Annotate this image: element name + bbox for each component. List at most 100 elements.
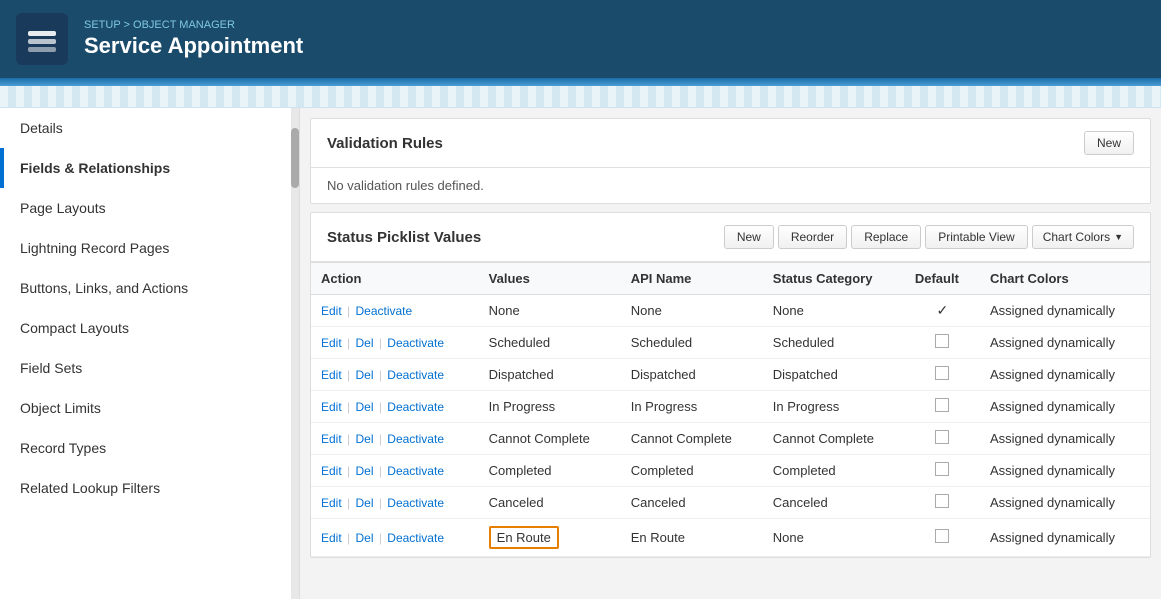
sidebar-scrollbar[interactable] (291, 108, 299, 599)
action-cell: Edit | Del | Deactivate (311, 423, 479, 455)
deactivate-link[interactable]: Deactivate (387, 496, 444, 510)
default-cell (905, 327, 980, 359)
api-name-cell: In Progress (621, 391, 763, 423)
deactivate-link[interactable]: Deactivate (387, 336, 444, 350)
status-category-cell: Cannot Complete (763, 423, 905, 455)
picklist-table: Action Values API Name Status Category D… (311, 262, 1150, 557)
page-title: Service Appointment (84, 33, 303, 59)
sidebar-item-record-types[interactable]: Record Types (0, 428, 299, 468)
picklist-title: Status Picklist Values (327, 229, 481, 246)
checkbox-empty[interactable] (935, 529, 949, 543)
edit-link[interactable]: Edit (321, 336, 342, 350)
chart-colors-cell: Assigned dynamically (980, 423, 1150, 455)
picklist-replace-button[interactable]: Replace (851, 225, 921, 249)
default-cell: ✓ (905, 295, 980, 327)
sidebar-item-object-limits[interactable]: Object Limits (0, 388, 299, 428)
breadcrumb-sep: > (124, 19, 133, 31)
del-link[interactable]: Del (355, 336, 373, 350)
del-link[interactable]: Del (355, 496, 373, 510)
sidebar-item-compact-layouts[interactable]: Compact Layouts (0, 308, 299, 348)
checkbox-empty[interactable] (935, 430, 949, 444)
validation-rules-body: No validation rules defined. (311, 168, 1150, 203)
value-cell: Scheduled (479, 327, 621, 359)
edit-link[interactable]: Edit (321, 496, 342, 510)
deactivate-link[interactable]: Deactivate (387, 368, 444, 382)
chart-colors-cell: Assigned dynamically (980, 455, 1150, 487)
validation-rules-new-button[interactable]: New (1084, 131, 1134, 155)
deactivate-link[interactable]: Deactivate (387, 464, 444, 478)
action-cell: Edit | Del | Deactivate (311, 519, 479, 557)
checkbox-empty[interactable] (935, 334, 949, 348)
app-header: SETUP > OBJECT MANAGER Service Appointme… (0, 0, 1161, 78)
api-name-cell: Cannot Complete (621, 423, 763, 455)
status-category-cell: Dispatched (763, 359, 905, 391)
chevron-down-icon: ▼ (1114, 232, 1123, 242)
checkbox-empty[interactable] (935, 398, 949, 412)
picklist-reorder-button[interactable]: Reorder (778, 225, 847, 249)
action-cell: Edit | Del | Deactivate (311, 327, 479, 359)
col-header-api-name: API Name (621, 263, 763, 295)
table-row: Edit | Del | Deactivate DispatchedDispatc… (311, 359, 1150, 391)
value-cell: En Route (479, 519, 621, 557)
edit-link[interactable]: Edit (321, 464, 342, 478)
sidebar-item-details[interactable]: Details (0, 108, 299, 148)
checkbox-empty[interactable] (935, 494, 949, 508)
value-cell: Canceled (479, 487, 621, 519)
header-text: SETUP > OBJECT MANAGER Service Appointme… (84, 19, 303, 59)
edit-link[interactable]: Edit (321, 304, 342, 318)
blue-bar (0, 78, 1161, 86)
sidebar-item-field-sets[interactable]: Field Sets (0, 348, 299, 388)
status-category-cell: None (763, 295, 905, 327)
table-row: Edit | Del | DeactivateCanceledCanceledC… (311, 487, 1150, 519)
validation-rules-empty-msg: No validation rules defined. (327, 178, 484, 193)
edit-link[interactable]: Edit (321, 432, 342, 446)
deactivate-link[interactable]: Deactivate (387, 432, 444, 446)
del-link[interactable]: Del (355, 531, 373, 545)
sidebar-item-lightning-record-pages[interactable]: Lightning Record Pages (0, 228, 299, 268)
deactivate-link[interactable]: Deactivate (355, 304, 412, 318)
api-name-cell: None (621, 295, 763, 327)
api-name-cell: Completed (621, 455, 763, 487)
table-header-row: Action Values API Name Status Category D… (311, 263, 1150, 295)
chart-colors-cell: Assigned dynamically (980, 359, 1150, 391)
sidebar-item-related-lookup[interactable]: Related Lookup Filters (0, 468, 299, 508)
action-cell: Edit | Del | Deactivate (311, 487, 479, 519)
wave-bar (0, 86, 1161, 108)
action-cell: Edit | Del | Deactivate (311, 359, 479, 391)
breadcrumb-setup[interactable]: SETUP (84, 19, 120, 31)
chart-colors-cell: Assigned dynamically (980, 327, 1150, 359)
sidebar-item-page-layouts[interactable]: Page Layouts (0, 188, 299, 228)
breadcrumb-om[interactable]: OBJECT MANAGER (133, 19, 235, 31)
checkbox-empty[interactable] (935, 462, 949, 476)
chart-colors-dropdown-button[interactable]: Chart Colors ▼ (1032, 225, 1134, 249)
chart-colors-cell: Assigned dynamically (980, 391, 1150, 423)
table-row: Edit | Del | Deactivate Cannot CompleteCa… (311, 423, 1150, 455)
chart-colors-cell: Assigned dynamically (980, 519, 1150, 557)
del-link[interactable]: Del (355, 432, 373, 446)
edit-link[interactable]: Edit (321, 531, 342, 545)
del-link[interactable]: Del (355, 368, 373, 382)
default-cell (905, 455, 980, 487)
del-link[interactable]: Del (355, 400, 373, 414)
table-row: Edit | DeactivateNoneNoneNone✓Assigned d… (311, 295, 1150, 327)
value-cell: None (479, 295, 621, 327)
api-name-cell: Dispatched (621, 359, 763, 391)
table-row: Edit | Del | DeactivateScheduledSchedule… (311, 327, 1150, 359)
del-link[interactable]: Del (355, 464, 373, 478)
status-category-cell: Completed (763, 455, 905, 487)
sidebar-item-buttons-links[interactable]: Buttons, Links, and Actions (0, 268, 299, 308)
picklist-printable-view-button[interactable]: Printable View (925, 225, 1028, 249)
checkbox-empty[interactable] (935, 366, 949, 380)
sidebar: Details Fields & Relationships Page Layo… (0, 108, 300, 599)
deactivate-link[interactable]: Deactivate (387, 531, 444, 545)
chart-colors-cell: Assigned dynamically (980, 487, 1150, 519)
sidebar-item-fields-relationships[interactable]: Fields & Relationships (0, 148, 299, 188)
table-row: Edit | Del | DeactivateEn RouteEn RouteN… (311, 519, 1150, 557)
deactivate-link[interactable]: Deactivate (387, 400, 444, 414)
edit-link[interactable]: Edit (321, 400, 342, 414)
col-header-action: Action (311, 263, 479, 295)
action-cell: Edit | Del | Deactivate (311, 391, 479, 423)
picklist-new-button[interactable]: New (724, 225, 774, 249)
action-cell: Edit | Del | Deactivate (311, 455, 479, 487)
edit-link[interactable]: Edit (321, 368, 342, 382)
